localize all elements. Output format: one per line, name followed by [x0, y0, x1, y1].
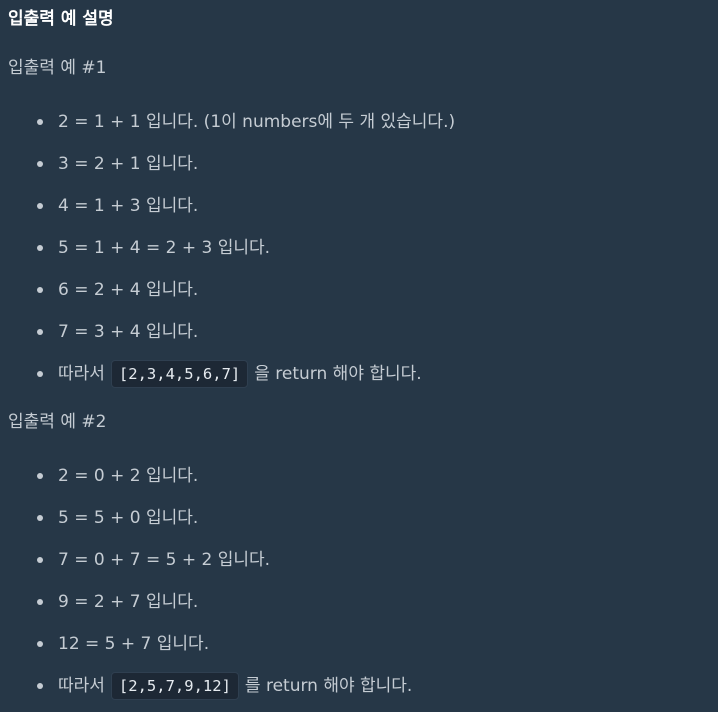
bullet-icon	[37, 203, 43, 209]
bullet-icon	[37, 371, 43, 377]
bullet-icon	[37, 599, 43, 605]
list-item-text: 5 = 5 + 0 입니다.	[58, 508, 199, 528]
example-1-list: 2 = 1 + 1 입니다. (1이 numbers에 두 개 있습니다.) 3…	[0, 110, 455, 404]
list-item-prefix: 따라서	[58, 364, 105, 384]
bullet-icon	[37, 557, 43, 563]
list-item: 따라서 [2,3,4,5,6,7] 을 return 해야 합니다.	[0, 360, 455, 404]
list-item: 7 = 3 + 4 입니다.	[0, 320, 455, 362]
list-item: 12 = 5 + 7 입니다.	[0, 632, 412, 674]
example-1-heading: 입출력 예 #1	[8, 58, 107, 78]
list-item: 6 = 2 + 4 입니다.	[0, 278, 455, 320]
bullet-icon	[37, 161, 43, 167]
bullet-icon	[37, 683, 43, 689]
list-item: 7 = 0 + 7 = 5 + 2 입니다.	[0, 548, 412, 590]
example-2-heading: 입출력 예 #2	[8, 412, 107, 432]
list-item-text: 2 = 1 + 1 입니다. (1이 numbers에 두 개 있습니다.)	[58, 112, 456, 132]
list-item: 5 = 5 + 0 입니다.	[0, 506, 412, 548]
bullet-icon	[37, 287, 43, 293]
list-item-suffix: 를 return 해야 합니다.	[244, 676, 413, 696]
bullet-icon	[37, 473, 43, 479]
list-item-text: 7 = 0 + 7 = 5 + 2 입니다.	[58, 550, 271, 570]
list-item-text: 6 = 2 + 4 입니다.	[58, 280, 199, 300]
bullet-icon	[37, 641, 43, 647]
example-2-list: 2 = 0 + 2 입니다. 5 = 5 + 0 입니다. 7 = 0 + 7 …	[0, 464, 412, 712]
code-chip: [2,5,7,9,12]	[110, 672, 239, 700]
list-item: 3 = 2 + 1 입니다.	[0, 152, 455, 194]
list-item-text: 7 = 3 + 4 입니다.	[58, 322, 199, 342]
bullet-icon	[37, 515, 43, 521]
bullet-icon	[37, 329, 43, 335]
code-chip: [2,3,4,5,6,7]	[110, 360, 249, 388]
list-item: 따라서 [2,5,7,9,12] 를 return 해야 합니다.	[0, 672, 413, 712]
bullet-icon	[37, 245, 43, 251]
list-item: 4 = 1 + 3 입니다.	[0, 194, 455, 236]
list-item-text: 4 = 1 + 3 입니다.	[58, 196, 199, 216]
list-item-text: 5 = 1 + 4 = 2 + 3 입니다.	[58, 238, 271, 258]
section-title: 입출력 예 설명	[8, 9, 114, 29]
bullet-icon	[37, 119, 43, 125]
list-item-text: 2 = 0 + 2 입니다.	[58, 466, 199, 486]
list-item-prefix: 따라서	[58, 676, 105, 696]
list-item-suffix: 을 return 해야 합니다.	[254, 364, 422, 384]
list-item: 2 = 1 + 1 입니다. (1이 numbers에 두 개 있습니다.)	[0, 110, 455, 152]
list-item-text: 3 = 2 + 1 입니다.	[58, 154, 199, 174]
list-item: 2 = 0 + 2 입니다.	[0, 464, 412, 506]
list-item-text: 12 = 5 + 7 입니다.	[58, 634, 210, 654]
list-item: 5 = 1 + 4 = 2 + 3 입니다.	[0, 236, 455, 278]
list-item-text: 9 = 2 + 7 입니다.	[58, 592, 199, 612]
list-item: 9 = 2 + 7 입니다.	[0, 590, 412, 632]
